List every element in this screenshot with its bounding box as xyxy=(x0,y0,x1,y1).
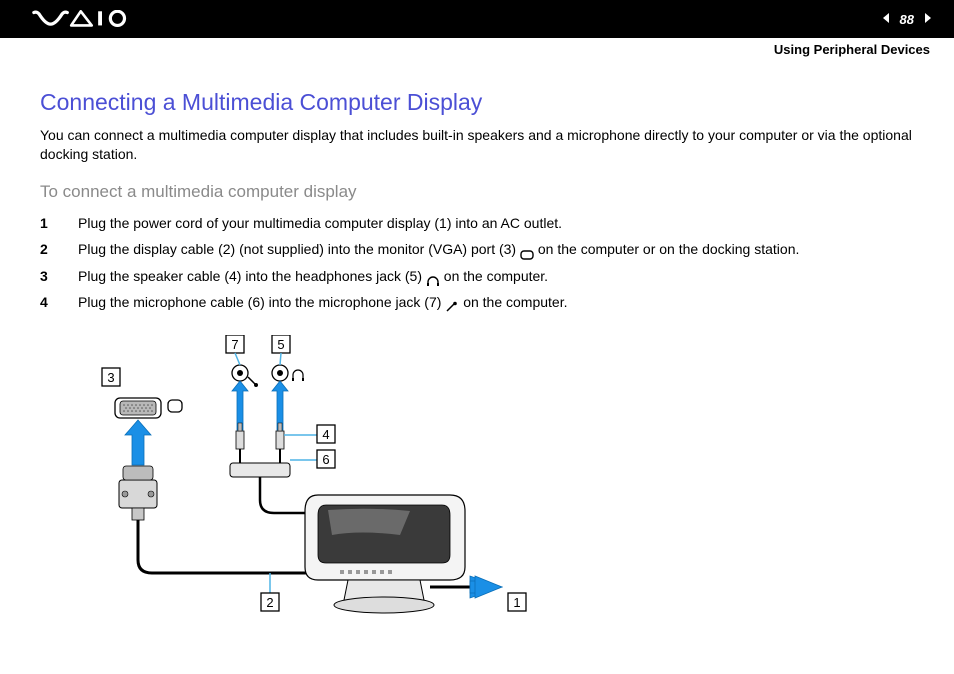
step-item: Plug the microphone cable (6) into the m… xyxy=(40,291,914,313)
diagram-label-3: 3 xyxy=(107,370,114,385)
diagram-label-7: 7 xyxy=(231,337,238,352)
header-nav: 88 xyxy=(880,12,934,27)
diagram-label-2: 2 xyxy=(266,595,273,610)
page-number: 88 xyxy=(900,12,914,27)
step-text: Plug the speaker cable (4) into the head… xyxy=(78,268,426,284)
step-text: Plug the microphone cable (6) into the m… xyxy=(78,294,445,310)
step-text: Plug the display cable (2) (not supplied… xyxy=(78,241,520,257)
monitor-port-icon xyxy=(520,244,534,256)
step-text: Plug the power cord of your multimedia c… xyxy=(78,215,562,231)
connection-diagram: 3 7 5 xyxy=(40,317,914,630)
page-content: Connecting a Multimedia Computer Display… xyxy=(0,59,954,640)
nav-next-icon[interactable] xyxy=(922,12,934,27)
breadcrumb: Using Peripheral Devices xyxy=(0,38,954,59)
mic-icon xyxy=(445,297,459,309)
headphone-icon xyxy=(426,271,440,283)
diagram-label-5: 5 xyxy=(277,337,284,352)
step-text: on the computer or on the docking statio… xyxy=(538,241,800,257)
step-item: Plug the display cable (2) (not supplied… xyxy=(40,238,914,260)
diagram-label-1: 1 xyxy=(513,595,520,610)
steps-list: Plug the power cord of your multimedia c… xyxy=(40,212,914,314)
page-title: Connecting a Multimedia Computer Display xyxy=(40,89,914,116)
header-bar: 88 xyxy=(0,0,954,38)
diagram-label-4: 4 xyxy=(322,427,329,442)
intro-paragraph: You can connect a multimedia computer di… xyxy=(40,126,914,164)
step-text: on the computer. xyxy=(444,268,548,284)
vga-plug-icon xyxy=(119,466,157,520)
vaio-logo xyxy=(24,10,144,28)
diagram-label-6: 6 xyxy=(322,452,329,467)
crt-monitor-icon xyxy=(305,495,465,613)
step-text: on the computer. xyxy=(463,294,567,310)
step-item: Plug the speaker cable (4) into the head… xyxy=(40,265,914,287)
nav-prev-icon[interactable] xyxy=(880,12,892,27)
section-subtitle: To connect a multimedia computer display xyxy=(40,182,914,202)
step-item: Plug the power cord of your multimedia c… xyxy=(40,212,914,234)
